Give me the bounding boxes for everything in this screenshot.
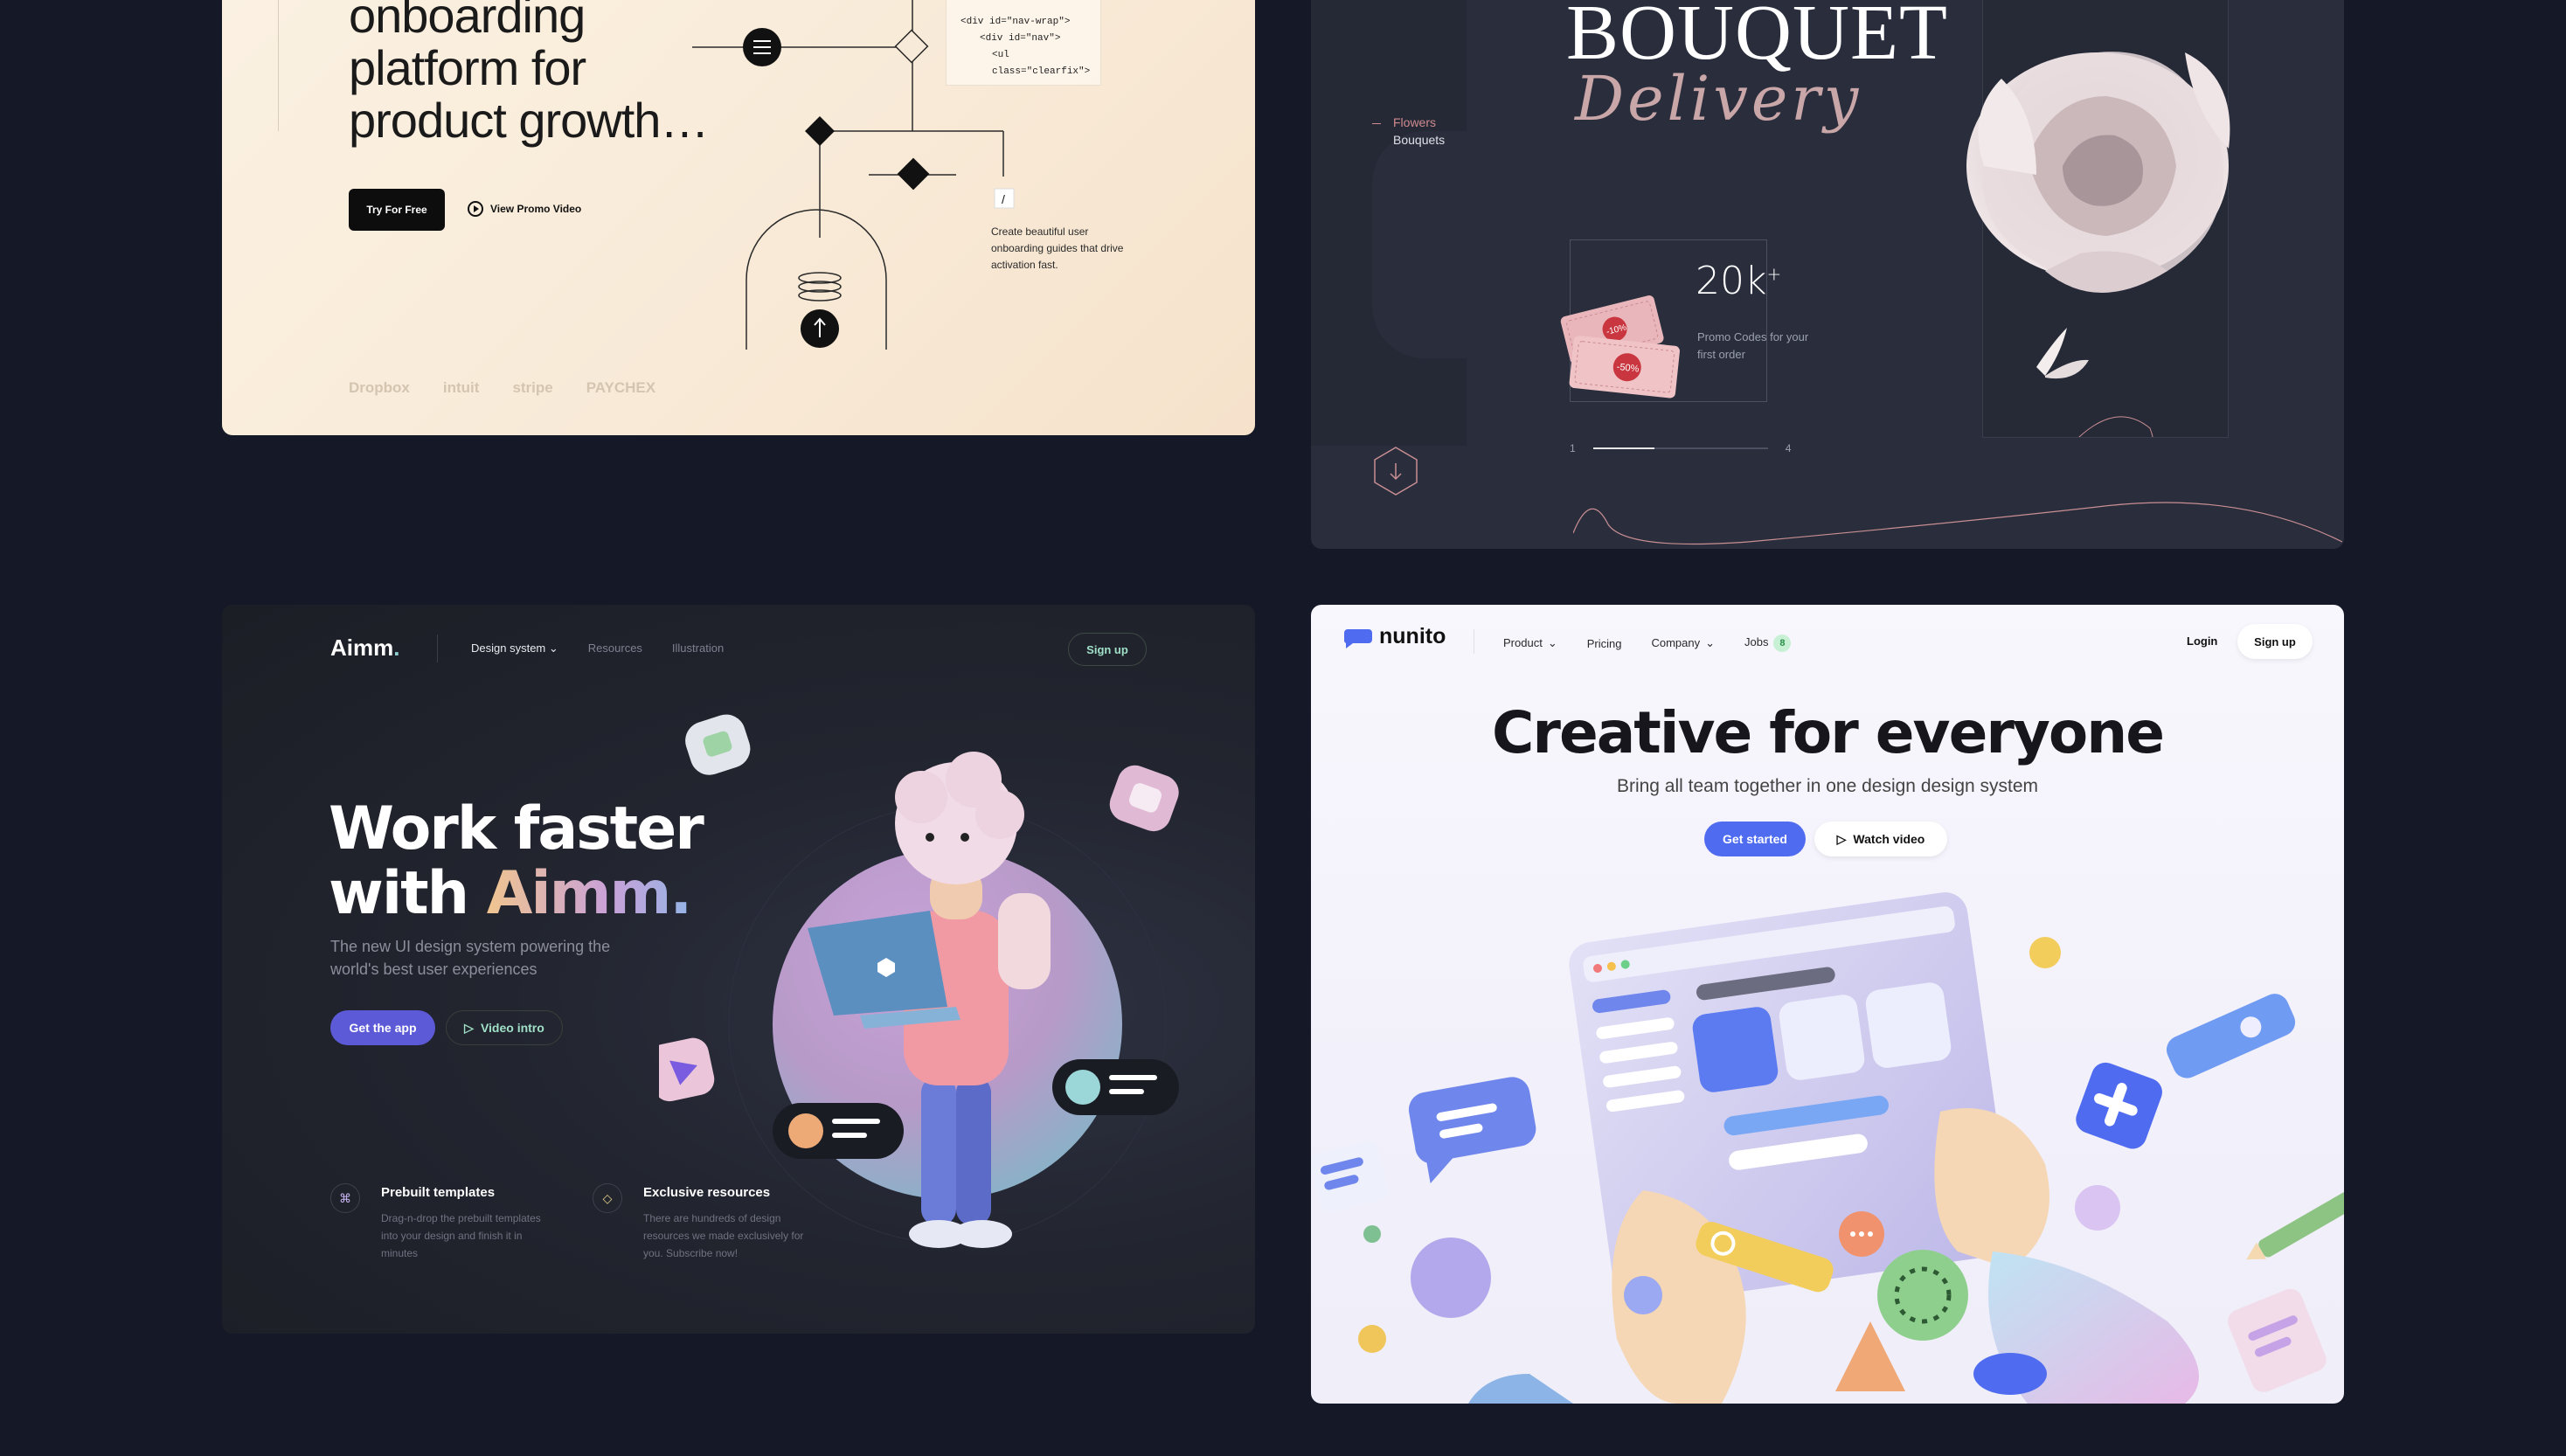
background-letter-shape [1311,0,1477,446]
promo-count: 20k+ [1696,259,1781,303]
main-nav: Product Pricing Company Jobs 8 [1503,634,1792,652]
nunito-preview-card[interactable]: nunito Product Pricing Company Jobs 8 Log… [1311,605,2344,1404]
aimm-preview-card[interactable]: Aimm. Design system ⌄ Resources Illustra… [222,605,1255,1334]
play-icon: ▷ [1836,831,1847,846]
logo-dot: . [393,634,400,661]
partner-logos: Dropbox intuit stripe PAYCHEX [349,379,655,397]
intuit-logo: intuit [442,379,480,396]
video-intro-button[interactable]: ▷ Video intro [446,1010,563,1045]
bouquet-preview-card[interactable]: BOUQUET Delivery Flowers Bouquets -10% -… [1311,0,2344,549]
slide-progress[interactable]: 1 4 [1570,442,1791,454]
jobs-count-badge: 8 [1773,634,1792,652]
scroll-down-button[interactable] [1370,446,1421,496]
dropbox-logo: Dropbox [349,379,410,396]
promo-text: Promo Codes for your first order [1697,330,1809,361]
nav-item-company[interactable]: Company [1651,636,1715,650]
sign-up-button[interactable]: Sign up [2237,624,2313,659]
onboarding-preview-card[interactable]: onboarding platform for product growth… … [222,0,1255,435]
hero-subtext: The new UI design system powering the wo… [330,938,611,978]
nav-item-flowers[interactable]: Flowers [1372,115,1436,129]
main-nav: Design system ⌄ Resources Illustration [471,641,724,655]
nav-item-product[interactable]: Product [1503,636,1557,650]
command-icon: ⌘ [330,1183,360,1213]
video-intro-label: Video intro [480,1021,544,1035]
nav-item-resources[interactable]: Resources [588,641,642,655]
feature-desc: Drag-n-drop the prebuilt templates into … [381,1212,541,1259]
hero-headline: Creative for everyone [1491,699,2165,766]
feature-title: Exclusive resources [643,1185,771,1200]
headline-line: Work faster [329,794,704,863]
decorative-line [1573,502,2342,545]
slide-start-number: 1 [1570,442,1576,454]
nav-item-bouquets[interactable]: Bouquets [1372,133,1445,147]
stripe-logo: stripe [512,379,553,396]
chevron-down-icon: ⌄ [548,641,558,655]
feature-desc: There are hundreds of design resources w… [643,1212,804,1259]
promo-value: 20k [1696,259,1767,303]
ticket-image: -10% -50% [1560,295,1681,399]
aimm-logo[interactable]: Aimm. [330,634,399,662]
paychex-logo: PAYCHEX [586,379,656,396]
diamond-icon: ◇ [593,1183,622,1213]
nav-item-pricing[interactable]: Pricing [1587,637,1622,650]
login-link[interactable]: Login [2187,634,2217,648]
logo-text: Aimm [330,634,394,661]
chat-bubble-icon [1343,628,1372,648]
slide-track[interactable] [1592,447,1768,449]
nav-item-jobs[interactable]: Jobs 8 [1744,634,1792,652]
3d-ui-illustration [1311,892,2344,1404]
get-started-button[interactable]: Get started [1704,822,1806,856]
get-the-app-button[interactable]: Get the app [330,1010,435,1045]
logo-text: nunito [1379,624,1446,648]
nav-label: Design system [471,641,546,655]
slide-track-fill [1592,447,1654,449]
feature-title: Prebuilt templates [381,1185,496,1200]
hero-headline: Work faster with Aimm. [329,794,704,926]
hero-subtext: Bring all team together in one design de… [1616,776,2039,796]
play-icon: ▷ [464,1020,474,1035]
headline-line: with Aimm. [329,862,703,926]
promo-plus: + [1766,263,1782,285]
nav-item-design-system[interactable]: Design system ⌄ [471,641,558,655]
watch-video-button[interactable]: ▷ Watch video [1814,822,1947,856]
nunito-logo[interactable]: nunito [1341,624,1446,649]
headline-text: with [329,859,487,928]
nav-item-illustration[interactable]: Illustration [672,641,724,655]
delivery-script-title: Delivery [1575,63,1862,135]
svg-text:/: / [1002,192,1005,206]
flow-diagram: / [692,0,1015,350]
nav-label: Jobs [1744,635,1769,648]
slide-end-number: 4 [1785,442,1792,454]
peony-flower-image [1966,52,2230,437]
nav-divider [437,634,438,662]
sign-up-button[interactable]: Sign up [1068,633,1147,666]
watch-video-label: Watch video [1853,832,1925,846]
feature-description: Create beautiful user onboarding guides … [991,225,1124,271]
